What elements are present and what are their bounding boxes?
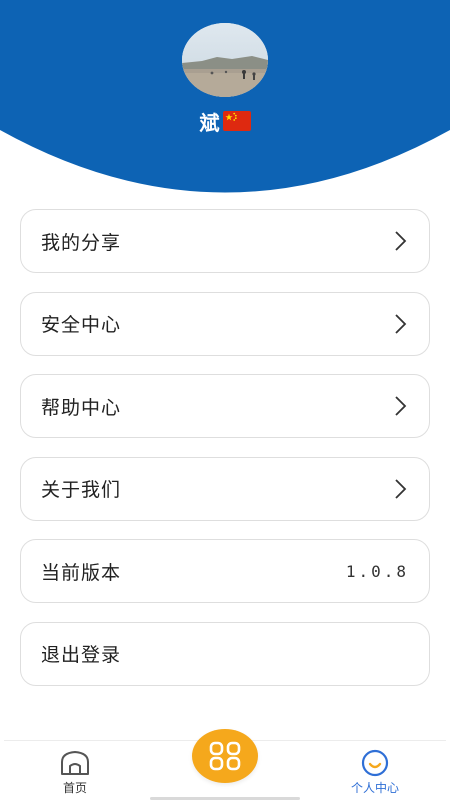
menu-item-label: 关于我们: [41, 479, 122, 501]
menu-item-logout[interactable]: 退出登录: [20, 621, 430, 686]
nav-tab-profile[interactable]: 个人中心: [335, 749, 415, 796]
menu-item-my-shares[interactable]: 我的分享: [20, 209, 430, 273]
china-flag-icon: [222, 111, 251, 131]
avatar[interactable]: [182, 23, 268, 97]
username-row: 斌: [0, 107, 450, 135]
menu-item-label: 当前版本: [41, 561, 122, 584]
home-icon: [61, 751, 89, 775]
nav-tab-label: 首页: [62, 781, 87, 795]
chevron-right-icon: [395, 396, 407, 416]
apps-grid-icon: [209, 741, 241, 771]
profile-screen: 斌 我的分享 安全中心 帮助中心 关于我们 当前版本 1.0.8 退出登录 首页…: [0, 0, 450, 800]
smiley-icon: [361, 749, 389, 777]
menu-item-label: 帮助中心: [41, 396, 122, 419]
menu-item-label: 安全中心: [41, 314, 122, 336]
chevron-right-icon: [395, 313, 407, 334]
menu-item-label: 退出登录: [41, 644, 122, 666]
username: 斌: [199, 110, 221, 135]
menu-item-security-center[interactable]: 安全中心: [20, 291, 430, 356]
menu-item-about-us[interactable]: 关于我们: [20, 456, 430, 521]
chevron-right-icon: [395, 231, 407, 251]
version-number: 1.0.8: [345, 561, 409, 581]
chevron-right-icon: [395, 478, 407, 499]
menu-item-current-version: 当前版本 1.0.8: [20, 539, 430, 603]
nav-tab-home[interactable]: 首页: [35, 749, 115, 796]
settings-menu: 我的分享 安全中心 帮助中心 关于我们 当前版本 1.0.8 退出登录: [20, 209, 430, 704]
menu-item-label: 我的分享: [41, 231, 122, 254]
menu-item-help-center[interactable]: 帮助中心: [20, 374, 430, 438]
center-apps-button[interactable]: [192, 729, 258, 783]
nav-tab-label: 个人中心: [350, 781, 399, 795]
